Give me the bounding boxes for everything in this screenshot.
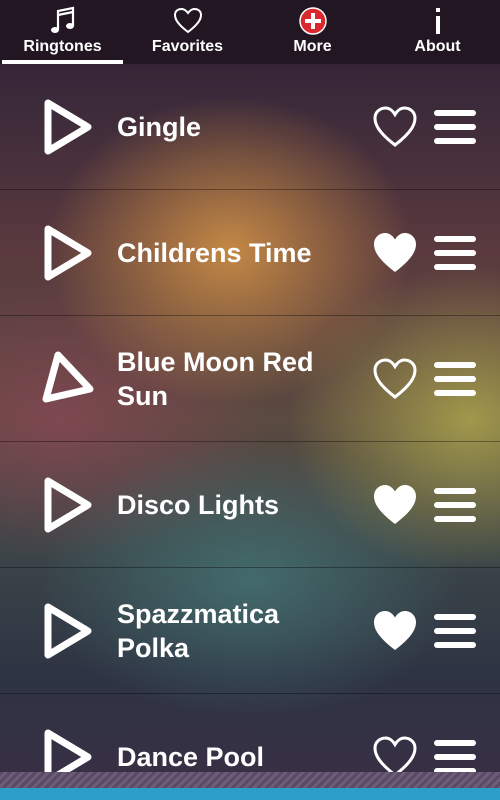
play-icon[interactable] (40, 727, 96, 772)
tab-label: About (414, 38, 461, 55)
menu-icon[interactable] (434, 361, 476, 397)
list-item: Spazzmatica Polka (0, 568, 500, 694)
ringtone-title: Blue Moon Red Sun (117, 346, 314, 411)
menu-icon[interactable] (434, 487, 476, 523)
list-item: Disco Lights (0, 442, 500, 568)
list-item: Gingle (0, 64, 500, 190)
tab-about[interactable]: About (375, 0, 500, 64)
heart-filled-icon[interactable] (372, 609, 418, 653)
ringtone-title: Dance Pool (117, 741, 265, 772)
play-icon[interactable] (40, 475, 96, 535)
tab-ringtones[interactable]: Ringtones (0, 0, 125, 64)
list-item: Blue Moon Red Sun (0, 316, 500, 442)
menu-icon[interactable] (434, 613, 476, 649)
menu-icon[interactable] (434, 109, 476, 145)
ringtone-title: Childrens Time (117, 237, 312, 268)
heart-outline-icon[interactable] (372, 357, 418, 401)
list-item: Dance Pool (0, 694, 500, 772)
list-item: Childrens Time (0, 190, 500, 316)
play-icon[interactable] (40, 601, 96, 661)
menu-icon[interactable] (434, 235, 476, 271)
plus-circle-icon (298, 6, 328, 36)
heart-outline-icon[interactable] (372, 105, 418, 149)
heart-filled-icon[interactable] (372, 231, 418, 275)
ringtone-list: Gingle Childrens Time Blue Moon Red Sun (0, 64, 500, 772)
menu-icon[interactable] (434, 739, 476, 772)
tab-label: More (293, 38, 332, 55)
tab-favorites[interactable]: Favorites (125, 0, 250, 64)
bottom-accent-bar (0, 788, 500, 800)
tab-label: Favorites (151, 38, 224, 55)
heart-outline-icon (173, 6, 203, 36)
play-icon[interactable] (40, 223, 96, 283)
music-note-icon (48, 6, 78, 36)
ringtone-title: Disco Lights (117, 489, 280, 520)
ringtone-title: Spazzmatica Polka (117, 598, 280, 663)
play-icon[interactable] (40, 349, 96, 409)
heart-filled-icon[interactable] (372, 483, 418, 527)
tab-more[interactable]: More (250, 0, 375, 64)
heart-outline-icon[interactable] (372, 735, 418, 772)
tab-bar: Ringtones Favorites More About (0, 0, 500, 64)
info-icon (423, 6, 453, 36)
play-icon[interactable] (40, 97, 96, 157)
ringtone-title: Gingle (117, 111, 202, 142)
tab-label: Ringtones (23, 38, 102, 55)
